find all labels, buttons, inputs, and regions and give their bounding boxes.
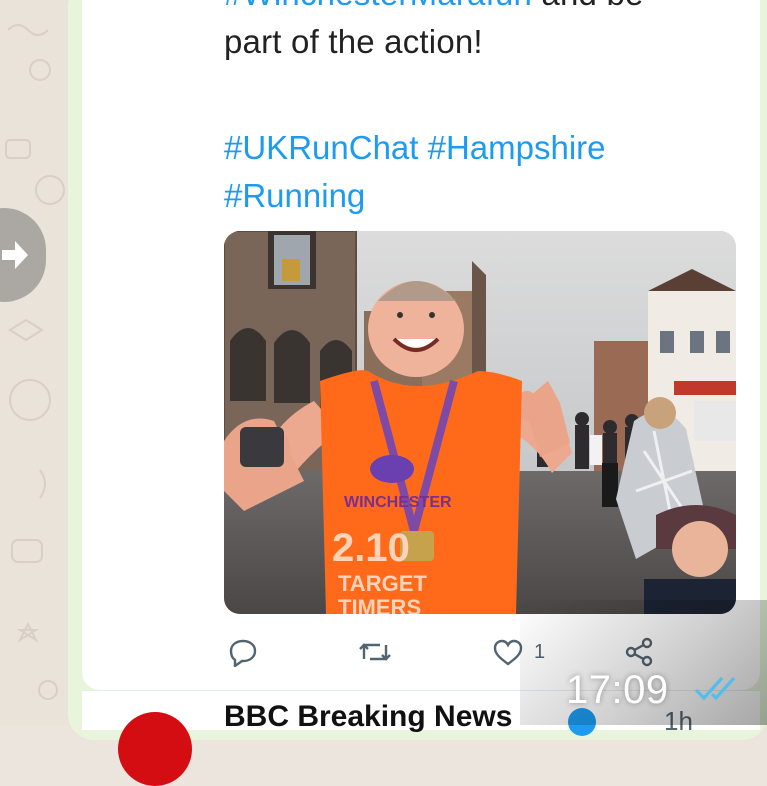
retweet-icon	[359, 643, 391, 661]
next-tweet-author: BBC Breaking News	[224, 700, 513, 733]
hashtag-links-line1[interactable]: #UKRunChat #Hampshire	[224, 124, 606, 172]
tweet-hashtags: #UKRunChat #Hampshire #Running	[224, 124, 606, 220]
vest-timers-text: TIMERS	[338, 595, 421, 614]
vest-brand-text: WINCHESTER	[344, 494, 452, 511]
reply-button[interactable]	[228, 632, 258, 672]
vest-target-text: TARGET	[338, 571, 427, 596]
message-time: 17:09	[566, 668, 669, 712]
double-check-icon	[694, 676, 736, 701]
hashtag-link-running[interactable]: #Running	[224, 172, 606, 220]
tweet-text-line: part of the action!	[224, 23, 483, 60]
tweet-text: #WinchesterMarafun and be part of the ac…	[224, 0, 744, 66]
retweet-button[interactable]	[358, 632, 392, 672]
tweet-photo[interactable]: WINCHESTER 2.10 TARGET TIMERS	[224, 231, 736, 614]
reply-icon	[229, 639, 257, 667]
hashtag-link[interactable]: #WinchesterMarafun	[224, 0, 532, 12]
forward-arrow-icon	[2, 241, 28, 269]
vest-time-text: 2.10	[332, 526, 410, 570]
tweet-text-partial: and be	[532, 0, 644, 12]
avatar[interactable]	[118, 712, 192, 786]
chat-wallpaper	[0, 0, 70, 725]
